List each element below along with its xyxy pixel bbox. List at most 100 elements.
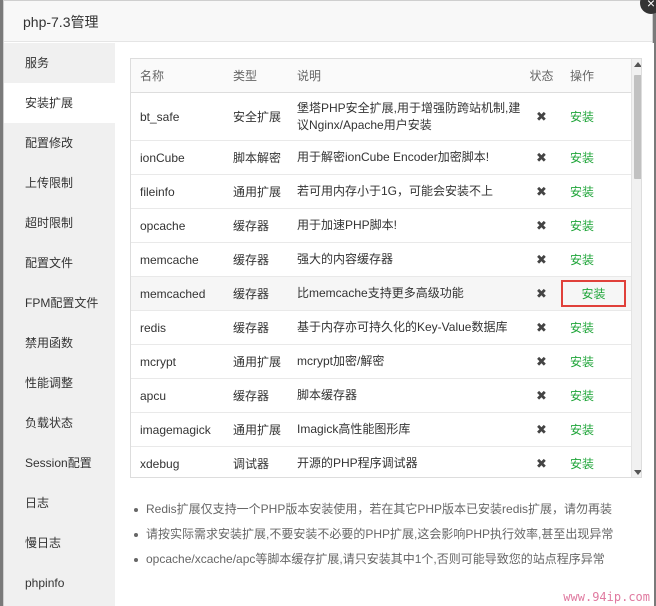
table-row: mcrypt 通用扩展 mcrypt加密/解密 ✖ 安装 [131, 345, 641, 379]
sidebar-item-config-modify[interactable]: 配置修改 [4, 123, 115, 163]
not-installed-icon: ✖ [536, 421, 547, 437]
scroll-up-arrow-icon[interactable] [634, 62, 641, 67]
ext-name: ionCube [140, 150, 185, 165]
ext-desc: mcrypt加密/解密 [297, 354, 385, 368]
header-type: 类型 [233, 69, 258, 83]
install-button[interactable]: 安装 [561, 217, 603, 234]
not-installed-icon: ✖ [536, 319, 547, 335]
table-scrollbar[interactable] [631, 59, 641, 477]
not-installed-icon: ✖ [536, 455, 547, 471]
sidebar-item-upload-limit[interactable]: 上传限制 [4, 163, 115, 203]
scroll-thumb[interactable] [634, 75, 641, 179]
not-installed-icon: ✖ [536, 387, 547, 403]
table-row: opcache 缓存器 用于加速PHP脚本! ✖ 安装 [131, 209, 641, 243]
ext-type: 安全扩展 [233, 110, 282, 124]
sidebar: 服务 安装扩展 配置修改 上传限制 超时限制 配置文件 FPM配置文件 禁用函数… [4, 43, 115, 606]
sidebar-item-service[interactable]: 服务 [4, 43, 115, 83]
sidebar-item-phpinfo[interactable]: phpinfo [4, 563, 115, 603]
ext-type: 缓存器 [233, 321, 270, 335]
not-installed-icon: ✖ [536, 251, 547, 267]
extensions-table: 名称 类型 说明 状态 操作 bt_safe 安全扩展 堡塔PHP安全扩展,用于… [130, 58, 642, 478]
sidebar-item-fpm-config[interactable]: FPM配置文件 [4, 283, 115, 323]
ext-type: 通用扩展 [233, 423, 282, 437]
table-row: memcache 缓存器 强大的内容缓存器 ✖ 安装 [131, 243, 641, 277]
table-header: 名称 类型 说明 状态 操作 [131, 59, 641, 93]
ext-name: redis [140, 320, 167, 335]
install-button[interactable]: 安装 [561, 353, 603, 370]
ext-desc: 开源的PHP程序调试器 [297, 456, 418, 470]
note-item: 请按实际需求安装扩展,不要安装不必要的PHP扩展,这会影响PHP执行效率,甚至出… [132, 522, 647, 547]
ext-name: imagemagick [140, 422, 211, 437]
install-button[interactable]: 安装 [561, 183, 603, 200]
ext-name: fileinfo [140, 184, 175, 199]
ext-desc: 用于加速PHP脚本! [297, 218, 398, 232]
ext-type: 通用扩展 [233, 185, 282, 199]
install-button[interactable]: 安装 [561, 387, 603, 404]
not-installed-icon: ✖ [536, 285, 547, 301]
table-row: xdebug 调试器 开源的PHP程序调试器 ✖ 安装 [131, 447, 641, 477]
notes-list: Redis扩展仅支持一个PHP版本安装使用，若在其它PHP版本已安装redis扩… [132, 497, 647, 572]
sidebar-item-timeout-limit[interactable]: 超时限制 [4, 203, 115, 243]
not-installed-icon: ✖ [536, 183, 547, 199]
install-button[interactable]: 安装 [561, 421, 603, 438]
ext-desc: 堡塔PHP安全扩展,用于增强防跨站机制,建议Nginx/Apache用户安装 [297, 100, 521, 132]
ext-name: mcrypt [140, 354, 176, 369]
table-row: imagemagick 通用扩展 Imagick高性能图形库 ✖ 安装 [131, 413, 641, 447]
note-item: Redis扩展仅支持一个PHP版本安装使用，若在其它PHP版本已安装redis扩… [132, 497, 647, 522]
ext-type: 通用扩展 [233, 355, 282, 369]
php-manage-dialog: php-7.3管理 服务 安装扩展 配置修改 上传限制 超时限制 配置文件 FP… [3, 0, 654, 606]
not-installed-icon: ✖ [536, 217, 547, 233]
ext-name: opcache [140, 218, 186, 233]
install-button[interactable]: 安装 [561, 319, 603, 336]
install-button[interactable]: 安装 [561, 251, 603, 268]
sidebar-item-load-status[interactable]: 负载状态 [4, 403, 115, 443]
ext-name: memcached [140, 286, 206, 301]
sidebar-item-install-extensions[interactable]: 安装扩展 [4, 83, 115, 123]
table-row: redis 缓存器 基于内存亦可持久化的Key-Value数据库 ✖ 安装 [131, 311, 641, 345]
watermark: www.94ip.com [563, 590, 650, 604]
install-button[interactable]: 安装 [561, 455, 603, 472]
install-button[interactable]: 安装 [561, 108, 603, 125]
ext-desc: 强大的内容缓存器 [297, 252, 394, 266]
table-row: apcu 缓存器 脚本缓存器 ✖ 安装 [131, 379, 641, 413]
ext-desc: Imagick高性能图形库 [297, 422, 411, 436]
ext-desc: 用于解密ionCube Encoder加密脚本! [297, 150, 490, 164]
not-installed-icon: ✖ [536, 108, 547, 124]
ext-desc: 比memcache支持更多高级功能 [297, 286, 464, 300]
ext-desc: 脚本缓存器 [297, 388, 358, 402]
sidebar-item-config-file[interactable]: 配置文件 [4, 243, 115, 283]
note-item: opcache/xcache/apc等脚本缓存扩展,请只安装其中1个,否则可能导… [132, 547, 647, 572]
table-row: fileinfo 通用扩展 若可用内存小于1G，可能会安装不上 ✖ 安装 [131, 175, 641, 209]
install-button-highlighted[interactable]: 安装 [561, 280, 626, 307]
ext-name: memcache [140, 252, 199, 267]
dialog-title-bar: php-7.3管理 [4, 1, 652, 42]
install-action-cell: 安装 [561, 280, 626, 307]
header-name: 名称 [140, 69, 165, 83]
ext-type: 脚本解密 [233, 151, 282, 165]
ext-name: bt_safe [140, 109, 180, 124]
sidebar-item-disabled-functions[interactable]: 禁用函数 [4, 323, 115, 363]
sidebar-item-performance[interactable]: 性能调整 [4, 363, 115, 403]
header-desc: 说明 [297, 69, 322, 83]
content-panel: 名称 类型 说明 状态 操作 bt_safe 安全扩展 堡塔PHP安全扩展,用于… [115, 43, 654, 606]
header-action: 操作 [569, 69, 594, 83]
sidebar-item-slow-log[interactable]: 慢日志 [4, 523, 115, 563]
dialog-title: php-7.3管理 [23, 14, 99, 30]
not-installed-icon: ✖ [536, 353, 547, 369]
install-button[interactable]: 安装 [561, 149, 603, 166]
ext-type: 缓存器 [233, 389, 270, 403]
table-row: ionCube 脚本解密 用于解密ionCube Encoder加密脚本! ✖ … [131, 141, 641, 175]
sidebar-item-session-config[interactable]: Session配置 [4, 443, 115, 483]
ext-name: apcu [140, 388, 167, 403]
ext-type: 调试器 [233, 457, 270, 471]
ext-desc: 若可用内存小于1G，可能会安装不上 [297, 184, 494, 198]
sidebar-item-log[interactable]: 日志 [4, 483, 115, 523]
scroll-down-arrow-icon[interactable] [634, 470, 641, 475]
header-status: 状态 [529, 69, 554, 83]
not-installed-icon: ✖ [536, 149, 547, 165]
ext-desc: 基于内存亦可持久化的Key-Value数据库 [297, 320, 508, 334]
table-row: memcached 缓存器 比memcache支持更多高级功能 ✖ 安装 [131, 277, 641, 311]
ext-type: 缓存器 [233, 287, 270, 301]
ext-type: 缓存器 [233, 253, 270, 267]
ext-name: xdebug [140, 456, 180, 471]
